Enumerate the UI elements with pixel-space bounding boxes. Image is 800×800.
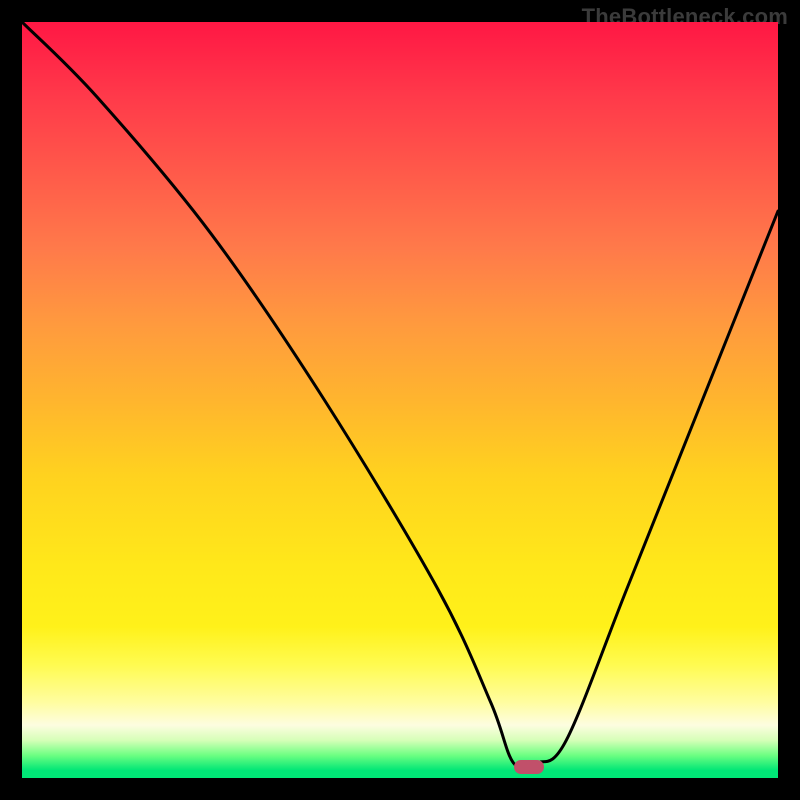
- plot-area: [22, 22, 778, 778]
- optimum-marker: [514, 760, 544, 774]
- bottleneck-curve: [22, 22, 778, 778]
- chart-frame: TheBottleneck.com: [0, 0, 800, 800]
